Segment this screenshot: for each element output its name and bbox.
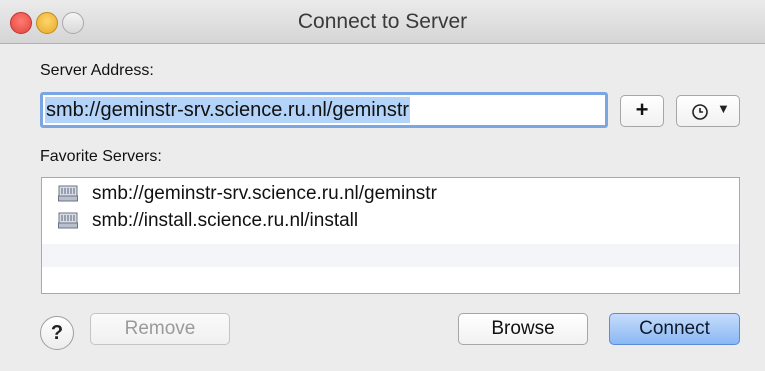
- list-item-label: smb://install.science.ru.nl/install: [92, 210, 359, 231]
- connect-button[interactable]: Connect: [609, 313, 740, 345]
- list-item[interactable]: smb://geminstr-srv.science.ru.nl/geminst…: [42, 182, 739, 205]
- list-item[interactable]: smb://install.science.ru.nl/install: [42, 209, 739, 232]
- title-bar[interactable]: Connect to Server: [0, 0, 765, 44]
- list-item-label: smb://geminstr-srv.science.ru.nl/geminst…: [92, 183, 437, 204]
- favorite-servers-list[interactable]: smb://geminstr-srv.science.ru.nl/geminst…: [41, 177, 740, 294]
- server-address-value: smb://geminstr-srv.science.ru.nl/geminst…: [45, 97, 411, 123]
- server-address-label: Server Address:: [40, 62, 154, 79]
- empty-list-row: [42, 244, 739, 267]
- chevron-down-icon: ▼: [717, 101, 730, 116]
- network-server-icon: [58, 212, 78, 229]
- favorite-servers-label: Favorite Servers:: [40, 148, 162, 165]
- recent-servers-button[interactable]: ▼: [676, 95, 740, 127]
- window-title: Connect to Server: [297, 10, 468, 33]
- remove-button[interactable]: Remove: [90, 313, 230, 345]
- server-address-input[interactable]: smb://geminstr-srv.science.ru.nl/geminst…: [40, 92, 608, 128]
- network-server-icon: [58, 185, 78, 202]
- help-button[interactable]: ?: [40, 316, 74, 350]
- clock-icon: [692, 104, 708, 120]
- browse-button[interactable]: Browse: [458, 313, 588, 345]
- connect-to-server-window: Connect to Server Server Address: smb://…: [0, 0, 765, 371]
- add-favorite-button[interactable]: +: [620, 95, 664, 127]
